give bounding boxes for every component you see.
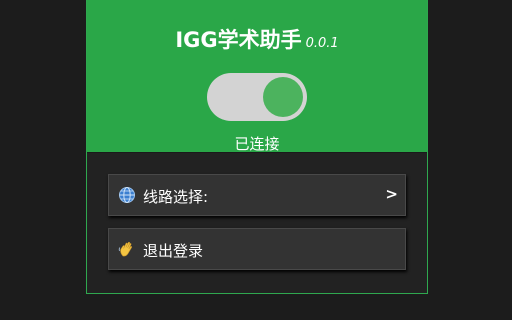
app-title: IGG学术助手 [175, 28, 302, 52]
line-select-button[interactable]: 线路选择: > [108, 174, 406, 216]
version-label: 0.0.1 [305, 36, 339, 51]
connection-toggle[interactable] [207, 73, 307, 121]
header: IGG学术助手 0.0.1 已连接 [87, 0, 427, 153]
logout-label: 退出登录 [143, 242, 204, 260]
logout-button[interactable]: 退出登录 [108, 228, 406, 270]
globe-icon [118, 186, 136, 204]
toggle-knob [263, 77, 303, 117]
chevron-right-icon: > [385, 185, 398, 203]
extension-popup: IGG学术助手 0.0.1 已连接 线路选择: > 退出登录 [86, 0, 428, 294]
connection-status: 已连接 [234, 135, 280, 153]
waving-hand-icon [118, 240, 136, 258]
title-row: IGG学术助手 0.0.1 [87, 24, 427, 54]
line-select-label: 线路选择: [143, 188, 209, 206]
